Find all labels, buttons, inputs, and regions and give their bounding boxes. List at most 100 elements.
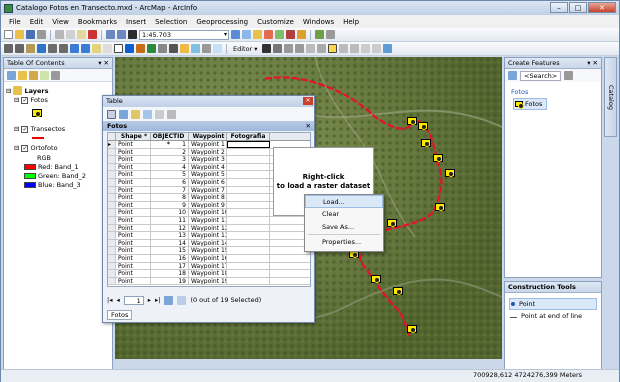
- row-selector[interactable]: [108, 201, 116, 209]
- menu-file[interactable]: File: [9, 18, 21, 26]
- search-window-icon[interactable]: [264, 30, 273, 39]
- objectid-cell[interactable]: 5: [151, 171, 189, 178]
- toc-transectos-row[interactable]: ⊟ ✓ Transectos: [14, 125, 65, 133]
- split-tool-icon[interactable]: [338, 44, 348, 53]
- edit-sketch-icon[interactable]: [371, 44, 381, 53]
- shape-cell[interactable]: Point: [116, 178, 151, 186]
- waypoint-marker[interactable]: [387, 219, 397, 227]
- collapse-icon[interactable]: ⊟: [14, 96, 19, 104]
- menu-windows[interactable]: Windows: [303, 18, 334, 26]
- menu-bookmarks[interactable]: Bookmarks: [78, 18, 117, 26]
- record-number-input[interactable]: 1: [123, 295, 144, 305]
- show-selected-records-icon[interactable]: [177, 295, 187, 305]
- table-tab-close-icon[interactable]: ✕: [306, 121, 311, 131]
- copy-icon[interactable]: [66, 30, 75, 39]
- template-item-fotos[interactable]: Fotos: [513, 98, 547, 110]
- table-row[interactable]: Point 12 Waypoint 12: [108, 224, 310, 233]
- row-selector[interactable]: [108, 178, 116, 186]
- clear-selection-icon[interactable]: [103, 44, 112, 53]
- waypoint-cell[interactable]: Waypoint 16: [189, 254, 227, 262]
- table-row[interactable]: Point 13 Waypoint 13: [108, 232, 310, 240]
- undo-icon[interactable]: [106, 30, 115, 39]
- column-header[interactable]: Fotografia: [227, 133, 270, 140]
- collapse-icon[interactable]: ⊟: [14, 144, 19, 152]
- zoom-out-icon[interactable]: [15, 44, 24, 53]
- toc-fotos-row[interactable]: ⊟ ✓ Fotos: [14, 96, 48, 104]
- shape-cell[interactable]: Point: [116, 224, 151, 232]
- table-row[interactable]: Point 15 Waypoint 15: [108, 247, 310, 255]
- shape-cell[interactable]: Point: [116, 209, 151, 216]
- fotografia-cell[interactable]: [227, 239, 270, 247]
- waypoint-cell[interactable]: Waypoint 13: [189, 232, 227, 239]
- find-icon[interactable]: [136, 44, 145, 53]
- menu-insert[interactable]: Insert: [126, 18, 146, 26]
- fotografia-cell[interactable]: [227, 247, 270, 254]
- tool-point[interactable]: Point: [509, 298, 597, 310]
- toc-close-icon[interactable]: ▾ ✕: [98, 58, 109, 69]
- waypoint-marker[interactable]: [407, 117, 417, 125]
- fotografia-cell[interactable]: [227, 163, 270, 171]
- fotografia-cell[interactable]: [227, 262, 270, 270]
- shape-cell[interactable]: Point: [116, 171, 151, 178]
- menu-view[interactable]: View: [52, 18, 69, 26]
- list-by-visibility-icon[interactable]: [29, 70, 38, 80]
- redo-icon[interactable]: [117, 30, 126, 39]
- menu-customize[interactable]: Customize: [257, 18, 294, 26]
- menu-geoprocessing[interactable]: Geoprocessing: [196, 18, 248, 26]
- show-all-records-icon[interactable]: [164, 295, 174, 305]
- shape-cell[interactable]: Point: [116, 216, 151, 224]
- table-row[interactable]: Point 16 Waypoint 16: [108, 254, 310, 263]
- shape-cell[interactable]: Point: [116, 262, 151, 270]
- objectid-cell[interactable]: 13: [151, 232, 189, 239]
- zoom-in-icon[interactable]: [4, 44, 13, 53]
- waypoint-marker[interactable]: [418, 122, 428, 130]
- waypoint-marker[interactable]: [407, 325, 417, 333]
- objectid-cell[interactable]: 10: [151, 209, 189, 216]
- identify-icon[interactable]: [125, 44, 134, 53]
- select-elements-icon[interactable]: [114, 44, 123, 53]
- waypoint-cell[interactable]: Waypoint 15: [189, 247, 227, 254]
- shape-cell[interactable]: Point: [116, 270, 151, 277]
- fixed-zoom-out-icon[interactable]: [59, 44, 68, 53]
- objectid-cell[interactable]: 18: [151, 270, 189, 277]
- straight-segment-icon[interactable]: [283, 44, 293, 53]
- open-folder-icon[interactable]: [15, 30, 24, 39]
- table-close-button[interactable]: ✕: [303, 97, 313, 105]
- toc-ortofoto-row[interactable]: ⊟ ✓ Ortofoto: [14, 144, 58, 152]
- select-features-icon[interactable]: [92, 44, 101, 53]
- context-menu-load[interactable]: Load...: [305, 195, 383, 208]
- maximize-button[interactable]: □: [569, 2, 587, 13]
- collapse-icon[interactable]: ⊟: [14, 125, 19, 133]
- waypoint-cell[interactable]: Waypoint 14: [189, 239, 227, 247]
- menu-edit[interactable]: Edit: [30, 18, 44, 26]
- waypoint-cell[interactable]: Waypoint 11: [189, 216, 227, 224]
- catalog-window-icon[interactable]: [253, 30, 262, 39]
- objectid-cell[interactable]: 19: [151, 277, 189, 285]
- organize-templates-icon[interactable]: [508, 71, 517, 80]
- shape-cell[interactable]: Point: [116, 194, 151, 201]
- context-menu-save-as[interactable]: Save As...: [305, 221, 383, 233]
- row-selector[interactable]: [108, 247, 116, 254]
- georeferencing-icon[interactable]: [315, 30, 324, 39]
- fotos-visibility-checkbox[interactable]: ✓: [21, 96, 29, 104]
- tool-point-end-of-line[interactable]: Point at end of line: [510, 312, 597, 320]
- template-search-input[interactable]: <Search>: [520, 70, 562, 81]
- objectid-cell[interactable]: 12: [151, 224, 189, 232]
- row-selector[interactable]: ▸: [108, 141, 116, 148]
- waypoint-cell[interactable]: Waypoint 8: [189, 194, 227, 201]
- table-bottom-tab[interactable]: Fotos: [107, 310, 133, 320]
- waypoint-cell[interactable]: Waypoint 4: [189, 163, 227, 171]
- waypoint-marker[interactable]: [435, 203, 445, 211]
- clear-table-selection-icon[interactable]: [155, 109, 164, 119]
- shape-cell[interactable]: Point: [116, 148, 151, 156]
- shape-cell[interactable]: Point: [116, 277, 151, 285]
- html-popup-icon[interactable]: [191, 44, 200, 53]
- column-header[interactable]: Waypoint: [189, 133, 227, 140]
- objectid-cell[interactable]: 11: [151, 216, 189, 224]
- related-tables-icon[interactable]: [119, 109, 128, 119]
- fotografia-cell[interactable]: [227, 156, 270, 163]
- waypoint-marker[interactable]: [421, 139, 431, 147]
- endpoint-arc-icon[interactable]: [294, 44, 304, 53]
- list-by-drawing-order-icon[interactable]: [7, 70, 16, 80]
- waypoint-cell[interactable]: Waypoint 7: [189, 186, 227, 194]
